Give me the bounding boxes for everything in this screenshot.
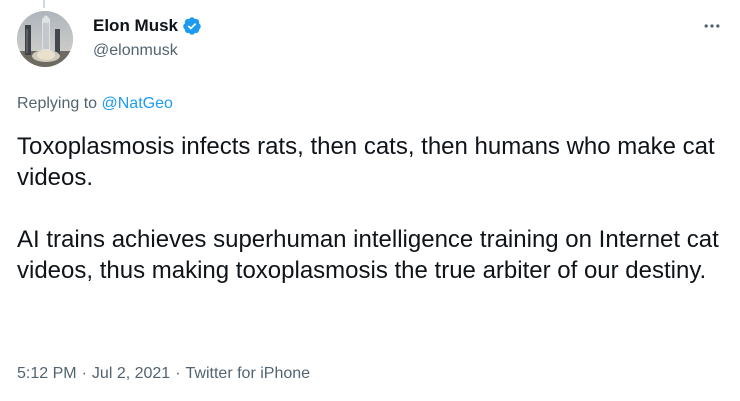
tweet-source[interactable]: Twitter for iPhone bbox=[186, 365, 311, 382]
author-handle[interactable]: @elonmusk bbox=[93, 41, 178, 61]
author-name-row: Elon Musk bbox=[93, 15, 202, 37]
tweet-text: Toxoplasmosis infects rats, then cats, t… bbox=[17, 131, 727, 286]
tweet-date[interactable]: Jul 2, 2021 bbox=[92, 365, 170, 382]
meta-separator: · bbox=[81, 365, 87, 382]
tweet-meta: 5:12 PM · Jul 2, 2021 · Twitter for iPhone bbox=[17, 364, 310, 384]
tweet-time[interactable]: 5:12 PM bbox=[17, 365, 77, 382]
replying-to-line: Replying to @NatGeo bbox=[17, 94, 173, 114]
replying-to-mention-link[interactable]: @NatGeo bbox=[102, 95, 173, 112]
tweet-paragraph: Toxoplasmosis infects rats, then cats, t… bbox=[17, 133, 715, 191]
avatar-rocket-image bbox=[17, 11, 73, 67]
author-display-name[interactable]: Elon Musk bbox=[93, 15, 178, 37]
avatar[interactable] bbox=[17, 11, 73, 67]
tweet-card: Elon Musk @elonmusk Replying to @NatGeo … bbox=[0, 0, 740, 401]
replying-to-prefix: Replying to bbox=[17, 95, 98, 112]
thread-connector-line bbox=[43, 0, 45, 8]
more-horizontal-icon[interactable] bbox=[700, 14, 724, 38]
verified-badge-icon bbox=[182, 16, 202, 36]
meta-separator: · bbox=[175, 365, 181, 382]
tweet-paragraph: AI trains achieves superhuman intelligen… bbox=[17, 226, 719, 284]
